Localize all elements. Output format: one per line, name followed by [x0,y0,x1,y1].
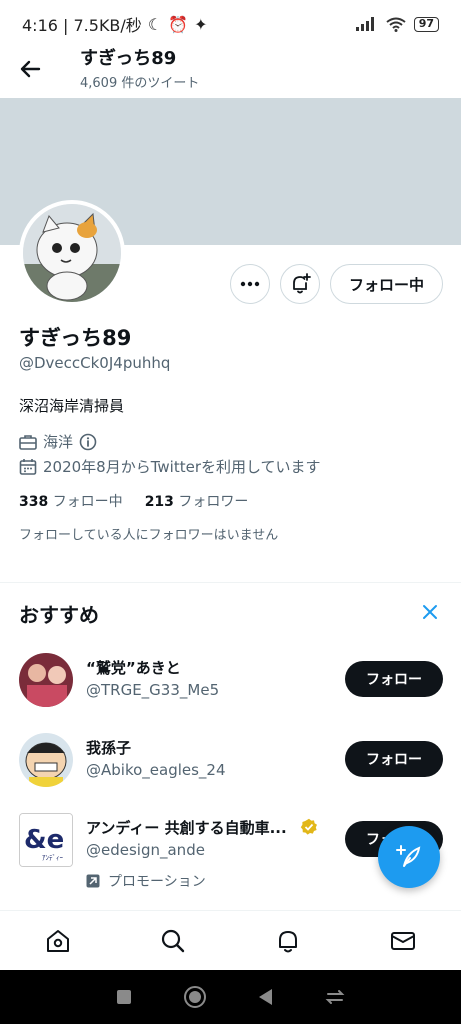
svg-text:&e: &e [24,825,64,855]
follow-button[interactable]: フォロー [345,661,443,697]
calendar-icon [19,458,37,475]
wifi-icon [386,17,406,32]
followers-label: フォロワー [178,494,249,510]
status-time: 4:16 | 7.5KB/秒 [22,16,142,35]
following-label: フォロー中 [52,494,123,510]
compose-tweet-button[interactable] [378,826,440,888]
known-followers-text: フォローしている人にフォロワーはいません [19,528,279,543]
home-tab[interactable] [30,913,86,969]
user-name: アンディー 共創する自動車... [86,817,318,838]
promoted-icon [86,874,100,888]
back-button[interactable] [2,41,58,97]
recent-apps-icon[interactable] [115,988,133,1006]
moon-icon: ☾ [147,14,163,34]
messages-tab[interactable] [375,913,431,969]
joined-row: 2020年8月からTwitterを利用しています [19,456,321,477]
follow-counts: 338 フォロー中 213 フォロワー [19,491,248,511]
notify-button[interactable] [279,264,320,304]
top-nav: すぎっち89 4,609 件のツイート [0,40,461,98]
header-title: すぎっち89 [80,47,177,69]
followers-count: 213 [144,494,174,510]
home-circle-icon[interactable] [183,985,207,1009]
joined-date: 2020年8月からTwitterを利用しています [43,458,321,476]
rotate-icon[interactable] [324,988,346,1006]
bell-plus-icon [293,273,311,294]
alarm-icon: ⏰ [168,14,189,34]
profile-avatar[interactable] [19,200,125,306]
user-name: 我孫子 [86,739,132,757]
user-name-text: アンディー 共創する自動車... [86,819,287,837]
app-notification-icon: ✦ [194,14,208,34]
location-row: 海洋 [19,431,97,452]
info-icon[interactable] [79,433,97,451]
briefcase-icon [19,434,37,450]
recommendation-item[interactable]: “鷲党”あきと @TRGE_G33_Me5 フォロー [0,653,461,723]
following-count-link[interactable]: 338 フォロー中 [19,491,123,511]
user-handle: @TRGE_G33_Me5 [86,681,220,699]
search-icon [161,929,185,952]
profile-name: すぎっち89 [19,326,132,350]
brand-logo[interactable]: &e ｱﾝﾃﾞｨｰ [19,813,73,867]
system-nav-bar [0,970,461,1024]
notifications-tab[interactable] [260,913,316,969]
bottom-nav [0,910,461,970]
tweet-count: 4,609 件のツイート [80,75,200,91]
profile-actions: フォロー中 [229,264,443,304]
battery-indicator: 97 [413,16,439,32]
home-icon [46,929,69,952]
user-handle: @edesign_ande [86,841,205,859]
user-handle: @Abiko_eagles_24 [86,761,226,779]
following-button[interactable]: フォロー中 [329,264,443,304]
profile-bio: 深沼海岸清掃員 [19,397,125,415]
arrow-left-icon [20,60,41,78]
cat-mascot-image [23,204,121,302]
follow-button[interactable]: フォロー [345,741,443,777]
mail-icon [391,931,416,950]
search-tab[interactable] [145,913,201,969]
verified-badge-icon [300,818,317,835]
bell-icon [279,930,298,952]
promotion-text: プロモーション [108,874,206,890]
more-dots-icon [240,281,260,287]
recommendations-title: おすすめ [19,603,99,627]
svg-text:ｱﾝﾃﾞｨｰ: ｱﾝﾃﾞｨｰ [42,854,63,862]
more-options-button[interactable] [229,264,270,304]
profile-handle: @DveccCk0J4puhhq [19,354,171,372]
user-avatar[interactable] [19,653,73,707]
close-icon[interactable] [421,603,439,621]
promotion-label: プロモーション [86,871,206,891]
feather-plus-icon [396,845,421,867]
section-divider [0,582,461,583]
user-name: “鷲党”あきと [86,659,181,677]
back-triangle-icon[interactable] [256,987,274,1007]
profile-location: 海洋 [43,433,74,451]
following-count: 338 [19,494,49,510]
user-avatar[interactable] [19,733,73,787]
followers-count-link[interactable]: 213 フォロワー [145,491,249,511]
recommendation-item[interactable]: 我孫子 @Abiko_eagles_24 フォロー [0,733,461,803]
signal-icon [355,17,374,31]
